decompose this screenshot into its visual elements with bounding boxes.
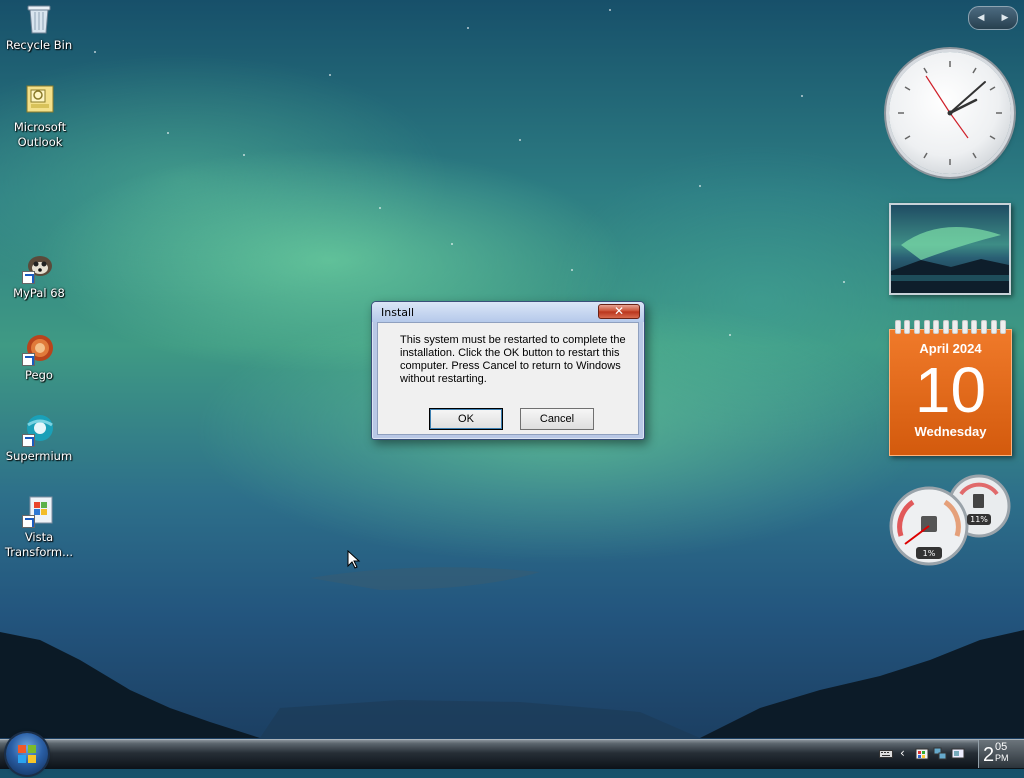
sidebar-next-button[interactable]: ▶ — [1002, 13, 1009, 23]
security-icon[interactable] — [915, 747, 929, 760]
desktop-icon-outlook[interactable]: Microsoft Outlook — [0, 84, 80, 150]
cpu-meter-gadget[interactable]: 1% 11% — [887, 474, 1015, 570]
recycle-bin-icon — [22, 2, 56, 36]
desktop-icon-label: Recycle Bin — [5, 38, 73, 52]
clock-second-hand — [925, 75, 951, 114]
desktop-icon-supermium[interactable]: Supermium — [0, 413, 78, 464]
slideshow-image — [891, 227, 1009, 293]
dialog-title: Install — [381, 306, 415, 319]
shortcut-arrow-icon — [22, 353, 35, 366]
calendar-gadget[interactable]: April 2024 10 Wednesday — [889, 320, 1012, 456]
desktop-icon-recycle-bin[interactable]: Recycle Bin — [0, 2, 78, 53]
memory-usage-value: 11% — [970, 515, 988, 524]
desktop-icon-label: Vista Transform... — [4, 530, 74, 559]
calendar-rings — [889, 320, 1012, 334]
clock-minutes: 05 — [995, 741, 1008, 753]
shortcut-arrow-icon — [22, 434, 35, 447]
vista-transform-icon — [22, 494, 56, 528]
cancel-button[interactable]: Cancel — [520, 408, 594, 430]
dialog-message: This system must be restarted to complet… — [400, 334, 626, 385]
network-icon[interactable] — [933, 747, 947, 760]
outlook-icon — [23, 84, 57, 118]
dialog-body: This system must be restarted to complet… — [377, 322, 639, 435]
slideshow-gadget[interactable] — [889, 203, 1011, 295]
desktop-icon-vista-transform[interactable]: Vista Transform... — [0, 494, 78, 560]
cpu-usage-value: 1% — [922, 549, 936, 558]
start-orb-icon[interactable] — [6, 733, 48, 775]
mouse-cursor-icon — [347, 550, 361, 569]
sidebar-navigation: ◀ ▶ — [968, 6, 1018, 30]
sidebar-prev-button[interactable]: ◀ — [978, 13, 985, 23]
desktop-icon-label: MyPal 68 — [13, 286, 65, 300]
mypal-icon — [22, 250, 56, 284]
desktop-icon-mypal[interactable]: MyPal 68 — [0, 250, 78, 301]
desktop-icon-label: Pego — [25, 368, 53, 382]
close-button[interactable]: ✕ — [598, 304, 640, 319]
supermium-icon — [22, 413, 56, 447]
ok-button[interactable]: OK — [429, 408, 503, 430]
shortcut-arrow-icon — [22, 271, 35, 284]
keyboard-icon[interactable] — [879, 747, 893, 760]
desktop-icon-label: Supermium — [5, 449, 73, 463]
system-tray: ‹ — [870, 740, 974, 767]
taskbar-clock[interactable]: 2 05 PM — [978, 740, 1024, 768]
calendar-body: April 2024 10 Wednesday — [889, 329, 1012, 456]
show-hidden-icons-chevron-icon[interactable]: ‹ — [900, 747, 914, 760]
clock-face — [898, 61, 1002, 165]
clock-ampm: PM — [995, 753, 1009, 763]
calendar-day: 10 — [914, 354, 987, 426]
volume-icon[interactable] — [951, 747, 965, 760]
clock-gadget[interactable] — [889, 52, 1011, 174]
desktop-icon-label: Microsoft Outlook — [13, 120, 67, 149]
install-dialog: Install ✕ This system must be restarted … — [371, 301, 645, 440]
dialog-titlebar[interactable]: Install ✕ — [372, 302, 644, 322]
shortcut-arrow-icon — [22, 515, 35, 528]
pego-icon — [22, 332, 56, 366]
clock-hour: 2 — [983, 744, 995, 766]
desktop-icon-pego[interactable]: Pego — [0, 332, 78, 383]
calendar-weekday: Wednesday — [914, 424, 987, 439]
cpu-meter-dials — [889, 474, 1011, 566]
clock-minute-hand — [949, 81, 986, 114]
